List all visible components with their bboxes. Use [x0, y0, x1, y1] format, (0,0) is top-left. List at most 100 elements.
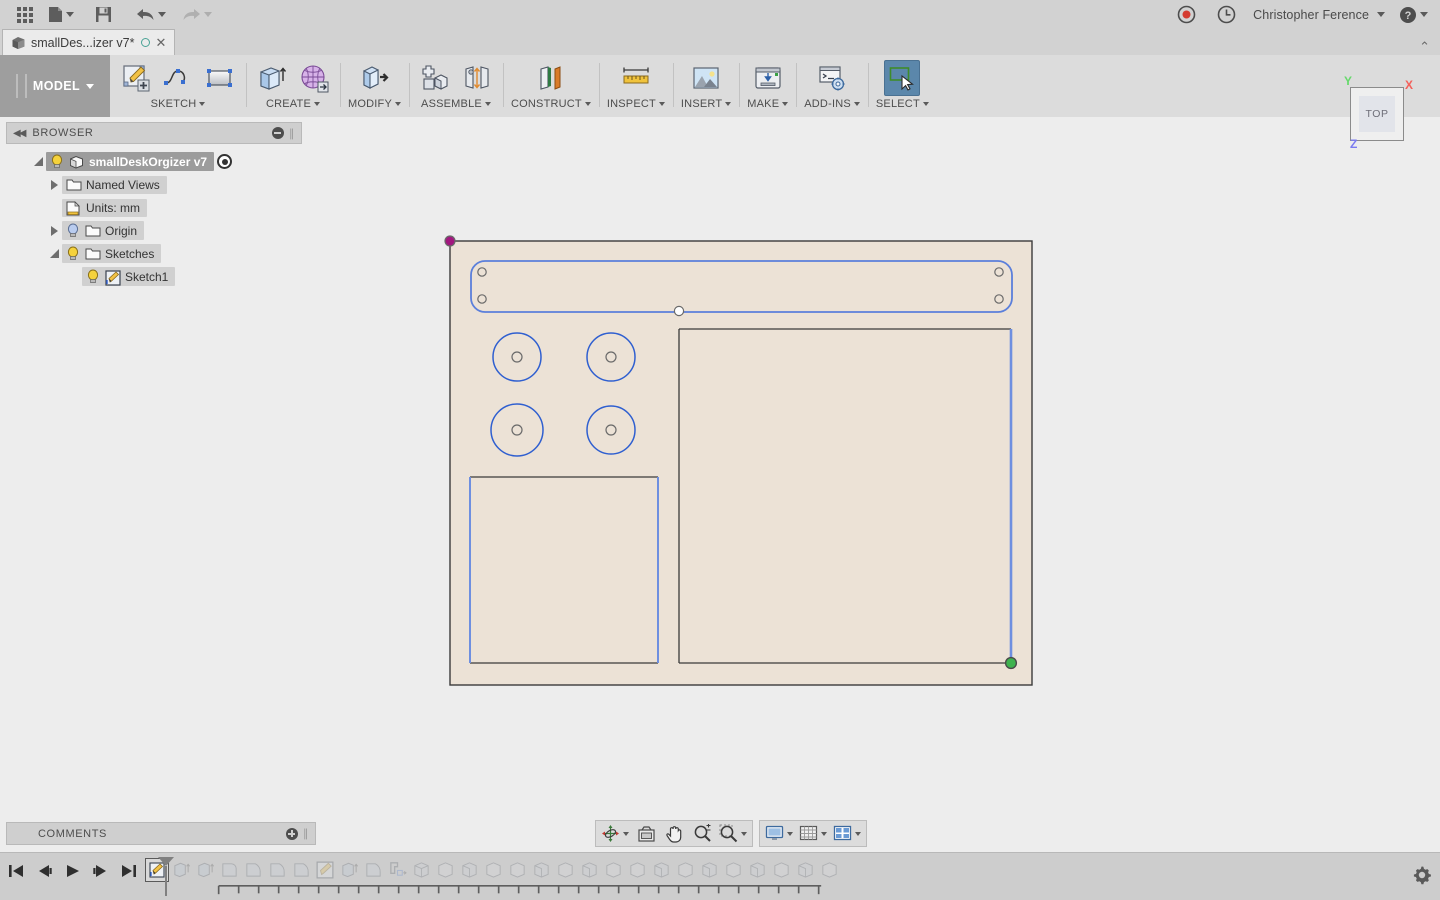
make-panel-label[interactable]: MAKE: [747, 98, 789, 110]
timeline-fillet[interactable]: [361, 857, 385, 882]
extrude-icon[interactable]: [254, 60, 290, 96]
select-panel-label[interactable]: SELECT: [876, 98, 929, 110]
tree-row-sketches[interactable]: Sketches: [6, 242, 302, 265]
chevron-down-icon[interactable]: [199, 102, 206, 106]
viewports-icon[interactable]: [830, 822, 864, 845]
create-sketch-icon[interactable]: [118, 60, 154, 96]
chevron-down-icon[interactable]: [66, 12, 74, 17]
timeline-fillet[interactable]: [289, 857, 313, 882]
select-icon[interactable]: [884, 60, 921, 96]
tree-node-sketch1[interactable]: Sketch1: [82, 267, 176, 286]
twisty-down-icon[interactable]: [30, 157, 46, 166]
create-form-icon[interactable]: [296, 60, 332, 96]
zoom-window-icon[interactable]: [716, 822, 750, 845]
timeline-body[interactable]: [793, 857, 817, 882]
chevron-down-icon[interactable]: [922, 102, 929, 106]
app-grid-icon[interactable]: [8, 2, 42, 28]
chevron-down-icon[interactable]: [584, 102, 591, 106]
chevron-down-icon[interactable]: [741, 831, 747, 836]
record-icon[interactable]: [1169, 2, 1203, 28]
chevron-down-icon[interactable]: [853, 102, 860, 106]
view-cube[interactable]: TOP Y X Z: [1344, 74, 1413, 151]
timeline-body[interactable]: [817, 857, 841, 882]
construct-panel-label[interactable]: CONSTRUCT: [511, 98, 591, 110]
tree-node-root[interactable]: smallDeskOrgizer v7: [46, 152, 215, 171]
undo-icon[interactable]: [132, 2, 170, 28]
job-status-icon[interactable]: [1209, 2, 1243, 28]
tree-row-named-views[interactable]: Named Views: [6, 173, 302, 196]
joint-icon[interactable]: [459, 60, 495, 96]
timeline-body[interactable]: [649, 857, 673, 882]
timeline-extrude[interactable]: [337, 857, 361, 882]
grip-icon[interactable]: ∥: [289, 127, 295, 140]
lightbulb-icon[interactable]: [66, 223, 80, 238]
twisty-down-icon[interactable]: [46, 249, 62, 258]
look-at-icon[interactable]: [632, 822, 660, 845]
tree-node-sketches[interactable]: Sketches: [62, 244, 162, 263]
timeline-fillet[interactable]: [265, 857, 289, 882]
tree-node-origin[interactable]: Origin: [62, 221, 145, 240]
view-cube-face[interactable]: TOP: [1350, 87, 1404, 141]
document-tab[interactable]: smallDes...izer v7* ✕: [2, 29, 176, 55]
chevron-down-icon[interactable]: [725, 102, 732, 106]
timeline-marker[interactable]: [158, 857, 174, 896]
timeline-body[interactable]: [697, 857, 721, 882]
save-icon[interactable]: [86, 2, 120, 28]
chevron-down-icon[interactable]: [484, 102, 491, 106]
circle-minus-icon[interactable]: [271, 127, 284, 139]
chevron-down-icon[interactable]: [204, 12, 212, 17]
chevron-down-icon[interactable]: [782, 102, 789, 106]
step-back-icon[interactable]: [34, 861, 54, 881]
chevron-down-icon[interactable]: [86, 83, 95, 89]
timeline-body[interactable]: [457, 857, 481, 882]
tree-row-sketch1[interactable]: Sketch1: [6, 265, 302, 288]
rectangle-icon[interactable]: [202, 60, 238, 96]
twisty-right-icon[interactable]: [46, 179, 62, 190]
timeline-body[interactable]: [529, 857, 553, 882]
chevron-down-icon[interactable]: [1377, 12, 1385, 17]
timeline-extrude[interactable]: [193, 857, 217, 882]
timeline-body[interactable]: [409, 857, 433, 882]
insert-panel-label[interactable]: INSERT: [681, 98, 732, 110]
jump-end-icon[interactable]: [118, 861, 138, 881]
addins-panel-label[interactable]: ADD-INS: [804, 98, 860, 110]
zoom-icon[interactable]: [688, 822, 716, 845]
timeline-settings-button[interactable]: [1412, 865, 1432, 890]
timeline-body[interactable]: [601, 857, 625, 882]
timeline-body[interactable]: [721, 857, 745, 882]
timeline-body[interactable]: [577, 857, 601, 882]
file-icon[interactable]: [44, 2, 78, 28]
timeline-body[interactable]: [625, 857, 649, 882]
new-component-icon[interactable]: [417, 60, 453, 96]
timeline-body[interactable]: [433, 857, 457, 882]
tree-row-root[interactable]: smallDeskOrgizer v7: [6, 150, 302, 173]
timeline-shell[interactable]: [385, 857, 409, 882]
timeline-fillet[interactable]: [241, 857, 265, 882]
3d-print-icon[interactable]: [750, 60, 786, 96]
redo-icon[interactable]: [178, 2, 216, 28]
scripts-addins-icon[interactable]: [814, 60, 850, 96]
grid-snap-icon[interactable]: [796, 822, 830, 845]
chevron-down-icon[interactable]: [855, 831, 861, 836]
insert-image-icon[interactable]: [688, 60, 724, 96]
spline-icon[interactable]: [160, 60, 196, 96]
create-panel-label[interactable]: CREATE: [266, 98, 320, 110]
press-pull-icon[interactable]: [356, 60, 392, 96]
inspect-panel-label[interactable]: INSPECT: [607, 98, 665, 110]
twisty-right-icon[interactable]: [46, 225, 62, 236]
timeline-body[interactable]: [481, 857, 505, 882]
grip-icon[interactable]: ∥: [303, 827, 309, 840]
workspace-selector[interactable]: MODEL: [0, 55, 110, 117]
chevron-down-icon[interactable]: [314, 102, 320, 106]
lightbulb-icon[interactable]: [66, 246, 80, 261]
chevron-down-icon[interactable]: [787, 831, 793, 836]
lightbulb-icon[interactable]: [50, 154, 64, 169]
chevron-down-icon[interactable]: [158, 12, 166, 17]
tree-row-units[interactable]: Units: mm: [6, 196, 302, 219]
help-button[interactable]: ?: [1395, 2, 1432, 28]
timeline-track[interactable]: [145, 857, 1390, 897]
offset-plane-icon[interactable]: [533, 60, 569, 96]
chevron-down-icon[interactable]: [821, 831, 827, 836]
timeline-sketch[interactable]: [313, 857, 337, 882]
user-menu[interactable]: Christopher Ference: [1249, 8, 1389, 22]
